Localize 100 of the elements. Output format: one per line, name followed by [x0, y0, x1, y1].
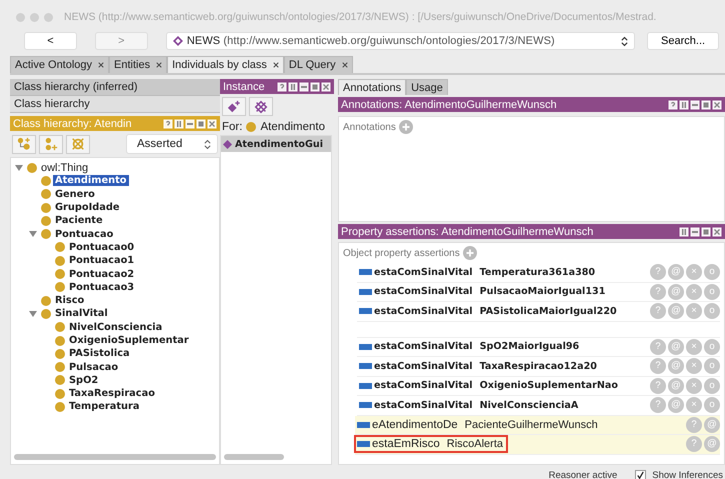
tab[interactable]: Individuals by class: [167, 56, 284, 73]
tree-item[interactable]: Pontuacao0: [67, 242, 136, 253]
close-icon[interactable]: [712, 226, 722, 236]
tree-item[interactable]: Risco: [53, 295, 86, 306]
panel-title: Annotations: AtendimentoGuilhermeWunsch: [341, 98, 557, 110]
object-property-icon: [359, 382, 372, 389]
object-property-icon: [359, 402, 372, 408]
hierarchy-mode-select[interactable]: Asserted: [126, 134, 218, 154]
close-icon[interactable]: [272, 62, 279, 68]
tree-item[interactable]: Genero: [53, 188, 97, 200]
delete-individual-icon: [254, 100, 268, 114]
split-icon[interactable]: [679, 100, 689, 110]
tab[interactable]: Annotations: [338, 79, 406, 95]
tab[interactable]: DL Query: [284, 56, 353, 73]
close-icon[interactable]: [712, 100, 722, 110]
expanded-arrow-icon[interactable]: [15, 164, 23, 172]
tree-item[interactable]: TaxaRespiracao: [67, 388, 157, 400]
tree-item[interactable]: Pontuacao3: [67, 282, 136, 293]
delete-button[interactable]: [249, 97, 273, 116]
assertion[interactable]: estaComSinalVital NivelConscienciaA: [357, 397, 582, 414]
individual-item[interactable]: AtendimentoGui: [221, 136, 331, 152]
minimize-icon[interactable]: [690, 226, 700, 236]
scrollbar-thumb[interactable]: [224, 454, 284, 460]
panel-title: Property assertions: AtendimentoGuilhermeWunsch: [341, 226, 594, 238]
class-icon: [246, 122, 256, 132]
assertion[interactable]: eAtendimentoDe PacienteGuilhermeWunsch: [355, 416, 602, 433]
tree-item[interactable]: SinalVital: [53, 308, 110, 320]
minimize-icon[interactable]: [690, 100, 700, 110]
class-icon: [55, 388, 65, 399]
tree-item[interactable]: Pulsacao: [67, 362, 120, 373]
assertion[interactable]: estaComSinalVital PASistolicaMaiorIgual220: [357, 303, 621, 320]
class-icon: [55, 256, 65, 266]
assertion[interactable]: estaComSinalVital SpO2MaiorIgual96: [357, 338, 584, 355]
split-icon[interactable]: [288, 82, 298, 92]
tree-item[interactable]: Temperatura: [67, 401, 142, 412]
reasoner-status: Reasoner active: [548, 470, 618, 479]
panel-title: Class hierarchy: Atendin: [13, 118, 132, 130]
minimize-icon[interactable]: [299, 82, 309, 92]
maximize-icon[interactable]: [196, 118, 206, 128]
tree-item[interactable]: Pontuacao2: [67, 268, 136, 280]
class-icon: [55, 375, 65, 386]
tree-item[interactable]: NivelConsciencia: [67, 322, 164, 333]
tree-item[interactable]: Pontuacao: [53, 228, 116, 240]
class-icon: [55, 402, 65, 412]
class-icon: [55, 322, 65, 332]
tree-item[interactable]: GrupoIdade: [53, 202, 122, 214]
close-icon[interactable]: [98, 62, 104, 68]
checkbox[interactable]: [635, 470, 646, 479]
assertion[interactable]: estaComSinalVital TaxaRespiracao12a20: [357, 358, 601, 374]
tab[interactable]: Active Ontology: [10, 56, 110, 73]
individual-icon: [223, 140, 232, 148]
maximize-icon[interactable]: [310, 82, 320, 92]
add-individual-button[interactable]: [222, 97, 246, 116]
search-button[interactable]: Search...: [647, 32, 720, 50]
class-icon: [41, 296, 51, 306]
tab[interactable]: Usage: [406, 79, 448, 95]
class-icon: [55, 242, 65, 252]
tree-item[interactable]: owl:Thing: [39, 162, 90, 174]
tree-item[interactable]: SpO2: [67, 374, 100, 386]
maximize-icon[interactable]: [701, 226, 711, 236]
tree-item[interactable]: Atendimento: [53, 175, 128, 186]
view-tab[interactable]: Class hierarchy (inferred): [10, 79, 220, 96]
close-icon[interactable]: [342, 62, 348, 68]
object-property-icon: [357, 422, 370, 428]
class-icon: [55, 362, 65, 372]
checkbox-label: Show Inferences: [652, 470, 723, 479]
split-icon[interactable]: [174, 118, 184, 128]
assertion[interactable]: estaEmRisco RiscoAlerta: [355, 436, 507, 452]
help-icon[interactable]: [668, 100, 678, 110]
add-individual-icon: [227, 100, 241, 114]
tree-item[interactable]: PASistolica: [67, 348, 132, 360]
updown-icon: [204, 138, 211, 150]
maximize-icon[interactable]: [701, 100, 711, 110]
add-subclass-icon: [17, 137, 31, 151]
scrollbar-thumb[interactable]: [14, 454, 216, 460]
tree-item[interactable]: Paciente: [53, 215, 105, 226]
object-property-icon: [359, 363, 372, 370]
object-property-icon: [359, 308, 372, 314]
expanded-arrow-icon[interactable]: [29, 310, 37, 318]
object-property-icon: [359, 344, 372, 350]
back-button[interactable]: <: [24, 32, 77, 50]
delete-class-icon: [71, 137, 85, 151]
close-icon[interactable]: [156, 62, 162, 68]
split-icon[interactable]: [679, 226, 689, 236]
updown-icon: [621, 36, 628, 46]
tree-item[interactable]: Pontuacao1: [67, 255, 136, 266]
help-icon[interactable]: [163, 118, 173, 128]
tree-item[interactable]: OxigenioSuplementar: [67, 335, 191, 346]
minimize-icon[interactable]: [185, 118, 195, 128]
section-label: Annotations: [343, 122, 396, 132]
assertion[interactable]: estaComSinalVital Temperatura361a380: [357, 264, 600, 280]
view-tab[interactable]: Class hierarchy: [10, 96, 220, 113]
class-icon: [41, 189, 51, 200]
close-icon[interactable]: [321, 82, 331, 92]
ontology-selector[interactable]: NEWS (http://www.semanticweb.org/guiwunsch/ontologies/2017/3/NEWS): [166, 32, 636, 50]
tab[interactable]: Entities: [109, 56, 168, 73]
expanded-arrow-icon[interactable]: [29, 230, 37, 238]
help-icon[interactable]: [277, 82, 287, 92]
assertion[interactable]: estaComSinalVital PulsacaoMaiorIgual131: [357, 284, 610, 300]
assertion[interactable]: estaComSinalVital OxigenioSuplementarNao: [357, 378, 622, 394]
